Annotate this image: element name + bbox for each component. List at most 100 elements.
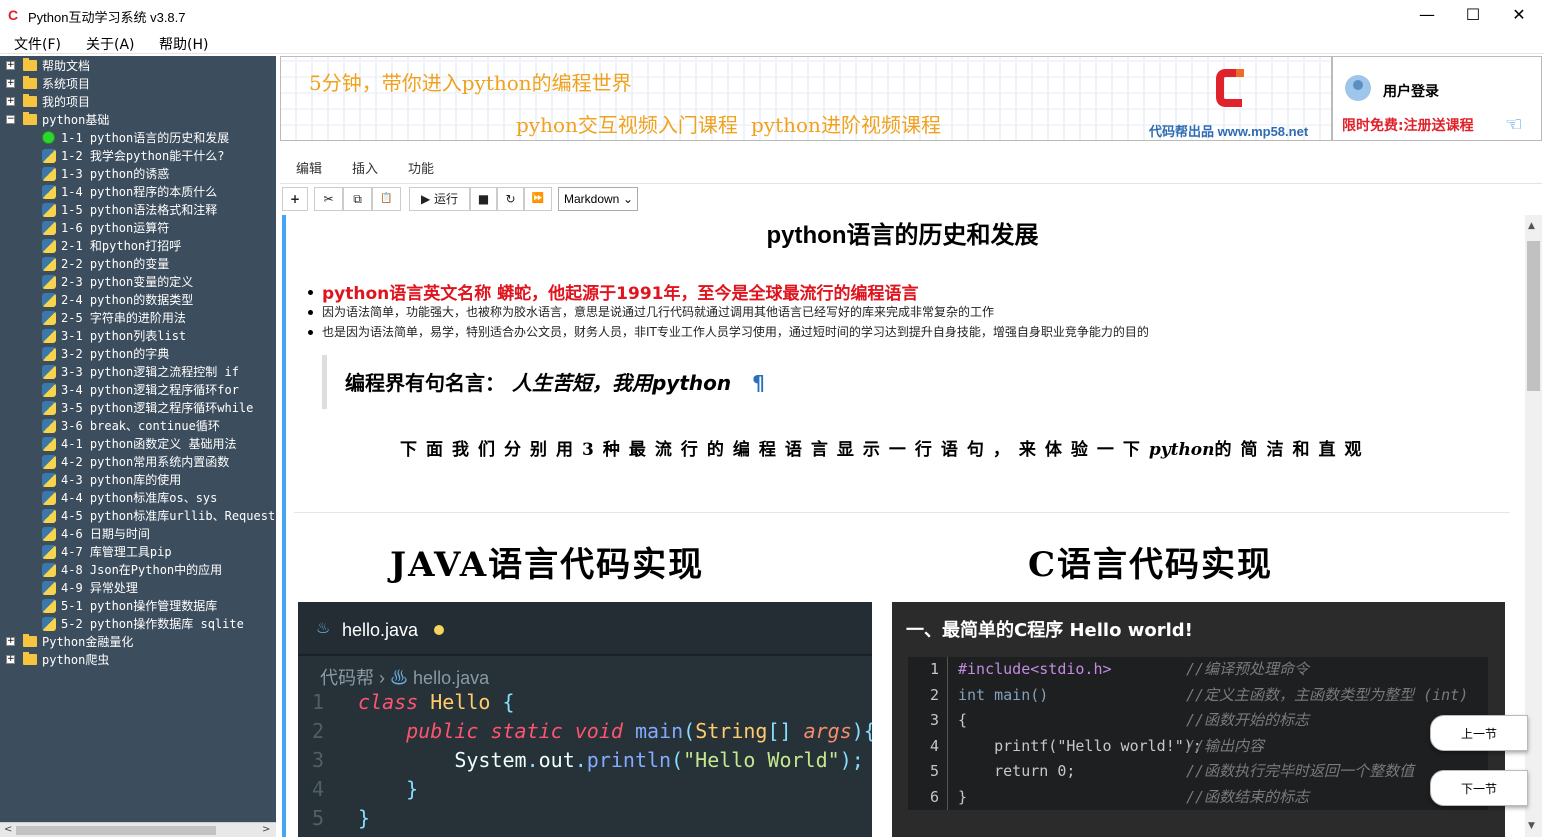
python-file-icon xyxy=(42,347,56,361)
comparison-intro: 下面我们分别用3种最流行的编程语言显示一行语句，来体验一下python的简洁和直… xyxy=(400,435,1371,460)
next-lesson-button[interactable]: 下一节 xyxy=(1430,770,1528,806)
expand-icon[interactable]: + xyxy=(6,97,15,106)
minimize-button[interactable]: — xyxy=(1404,0,1450,30)
scroll-up-icon[interactable]: ▲ xyxy=(1528,221,1535,231)
tree-item[interactable]: 3-5 python逻辑之程序循环while xyxy=(0,399,276,417)
tree-item[interactable]: 1-1 python语言的历史和发展 xyxy=(0,129,276,147)
code-comment: //函数执行完毕时返回一个整数值 xyxy=(1186,762,1415,780)
tree-item[interactable]: 3-3 python逻辑之流程控制 if xyxy=(0,363,276,381)
python-file-icon xyxy=(42,221,56,235)
tree-item-label: 4-5 python标准库urllib、Request xyxy=(61,509,276,523)
line-number: 4 xyxy=(311,777,324,801)
tree-item-label: 3-6 break、continue循环 xyxy=(61,419,220,433)
advanced-course-link[interactable]: python进阶视频课程 xyxy=(751,109,941,138)
scroll-thumb[interactable] xyxy=(1527,241,1540,391)
tree-item[interactable]: 1-5 python语法格式和注释 xyxy=(0,201,276,219)
menu-help[interactable]: 帮助(H) xyxy=(159,34,208,54)
tree-item[interactable]: 2-2 python的变量 xyxy=(0,255,276,273)
tree-item[interactable]: 4-6 日期与时间 xyxy=(0,525,276,543)
code-token: [] xyxy=(767,719,792,743)
register-promo[interactable]: 限时免费:注册送课程 xyxy=(1342,115,1474,135)
login-link[interactable]: 用户登录 xyxy=(1383,81,1439,101)
line-number: 3 xyxy=(311,748,324,772)
run-button[interactable]: ▶ 运行 xyxy=(409,187,470,211)
prev-lesson-button[interactable]: 上一节 xyxy=(1430,715,1528,751)
line-number: 1 xyxy=(311,690,324,714)
tree-item[interactable]: 1-3 python的诱惑 xyxy=(0,165,276,183)
tree-item[interactable]: 5-1 python操作管理数据库 xyxy=(0,597,276,615)
run-all-button[interactable]: ⏩ xyxy=(524,187,552,211)
tree-item[interactable]: 4-3 python库的使用 xyxy=(0,471,276,489)
tree-folder[interactable]: + Python金融量化 xyxy=(0,633,276,651)
tree-item[interactable]: 4-4 python标准库os、sys xyxy=(0,489,276,507)
user-avatar-icon[interactable] xyxy=(1345,75,1371,101)
tree-item[interactable]: 2-1 和python打招呼 xyxy=(0,237,276,255)
tree-folder[interactable]: + 系统项目 xyxy=(0,75,276,93)
scroll-down-icon[interactable]: ▼ xyxy=(1528,821,1535,831)
tree-item[interactable]: 1-2 我学会python能干什么? xyxy=(0,147,276,165)
expand-icon[interactable]: + xyxy=(6,655,15,664)
tree-item[interactable]: 1-4 python程序的本质什么 xyxy=(0,183,276,201)
quote-emphasis: 人生苦短，我用python xyxy=(511,371,732,395)
app-logo-icon: C xyxy=(8,7,19,23)
tree-folder[interactable]: + 帮助文档 xyxy=(0,57,276,75)
tab-function[interactable]: 功能 xyxy=(408,158,434,177)
anchor-link[interactable]: ¶ xyxy=(752,371,765,395)
tree-item[interactable]: 3-1 python列表list xyxy=(0,327,276,345)
tree-item[interactable]: 4-9 异常处理 xyxy=(0,579,276,597)
maximize-button[interactable]: ☐ xyxy=(1450,0,1496,30)
tree-item[interactable]: 1-6 python运算符 xyxy=(0,219,276,237)
line-number: 3 xyxy=(908,708,948,734)
tree-item[interactable]: 2-3 python变量的定义 xyxy=(0,273,276,291)
add-cell-button[interactable]: + xyxy=(282,187,308,211)
tree-item[interactable]: 4-2 python常用系统内置函数 xyxy=(0,453,276,471)
expand-icon[interactable]: + xyxy=(6,61,15,70)
tree-item-label: 1-2 我学会python能干什么? xyxy=(61,149,225,163)
line-number: 5 xyxy=(311,806,324,830)
tree-item[interactable]: 3-4 python逻辑之程序循环for xyxy=(0,381,276,399)
tree-item-label: 1-3 python的诱惑 xyxy=(61,167,170,181)
tree-item-label: 1-4 python程序的本质什么 xyxy=(61,185,218,199)
expand-icon[interactable]: + xyxy=(6,637,15,646)
scroll-left-icon[interactable]: < xyxy=(4,823,12,837)
scroll-thumb[interactable] xyxy=(16,826,216,835)
cell-type-select[interactable]: Markdown ⌄ xyxy=(558,187,638,211)
intro-course-link[interactable]: pyhon交互视频入门课程 xyxy=(516,109,738,138)
banner-site[interactable]: 代码帮出品 www.mp58.net xyxy=(1149,121,1308,140)
tree-folder[interactable]: + python爬虫 xyxy=(0,651,276,669)
python-file-icon xyxy=(42,239,56,253)
notebook-content: python语言的历史和发展 python语言英文名称 蟒蛇，他起源于1991年… xyxy=(280,215,1525,837)
tree-folder[interactable]: + 我的项目 xyxy=(0,93,276,111)
menu-file[interactable]: 文件(F) xyxy=(14,34,61,54)
c-heading: C语言代码实现 xyxy=(1028,545,1274,585)
tree-item[interactable]: 4-7 库管理工具pip xyxy=(0,543,276,561)
pointing-hand-icon: ☜ xyxy=(1505,112,1523,136)
tree-item-label: 1-1 python语言的历史和发展 xyxy=(61,131,230,145)
list-item: 因为语法简单，功能强大，也被称为胶水语言，意思是说通过几行代码就通过调用其他语言… xyxy=(306,303,1149,323)
tree-folder[interactable]: − python基础 xyxy=(0,111,276,129)
paste-button[interactable]: 📋 xyxy=(372,187,401,211)
copy-button[interactable]: ⧉ xyxy=(343,187,372,211)
tree-item[interactable]: 4-8 Json在Python中的应用 xyxy=(0,561,276,579)
close-button[interactable]: ✕ xyxy=(1496,0,1542,30)
tree-item[interactable]: 3-6 break、continue循环 xyxy=(0,417,276,435)
scroll-right-icon[interactable]: > xyxy=(262,823,270,837)
expand-icon[interactable]: + xyxy=(6,79,15,88)
tree-item[interactable]: 2-4 python的数据类型 xyxy=(0,291,276,309)
tree-horizontal-scrollbar[interactable]: < > xyxy=(0,822,276,837)
tree-item[interactable]: 2-5 字符串的进阶用法 xyxy=(0,309,276,327)
tree-item[interactable]: 3-2 python的字典 xyxy=(0,345,276,363)
collapse-icon[interactable]: − xyxy=(6,115,15,124)
menu-about[interactable]: 关于(A) xyxy=(86,34,135,54)
tree-item[interactable]: 4-5 python标准库urllib、Request xyxy=(0,507,276,525)
tab-insert[interactable]: 插入 xyxy=(352,158,378,177)
cut-button[interactable]: ✂ xyxy=(314,187,343,211)
code-token: "Hello World" xyxy=(683,748,840,772)
file-breadcrumb: 代码帮 › ♨ hello.java xyxy=(320,664,489,690)
tab-edit[interactable]: 编辑 xyxy=(296,158,322,177)
restart-button[interactable]: ↻ xyxy=(497,187,524,211)
tree-item[interactable]: 5-2 python操作数据库 sqlite xyxy=(0,615,276,633)
stop-button[interactable]: ■ xyxy=(470,187,497,211)
tree-item[interactable]: 4-1 python函数定义 基础用法 xyxy=(0,435,276,453)
python-file-icon xyxy=(42,491,56,505)
